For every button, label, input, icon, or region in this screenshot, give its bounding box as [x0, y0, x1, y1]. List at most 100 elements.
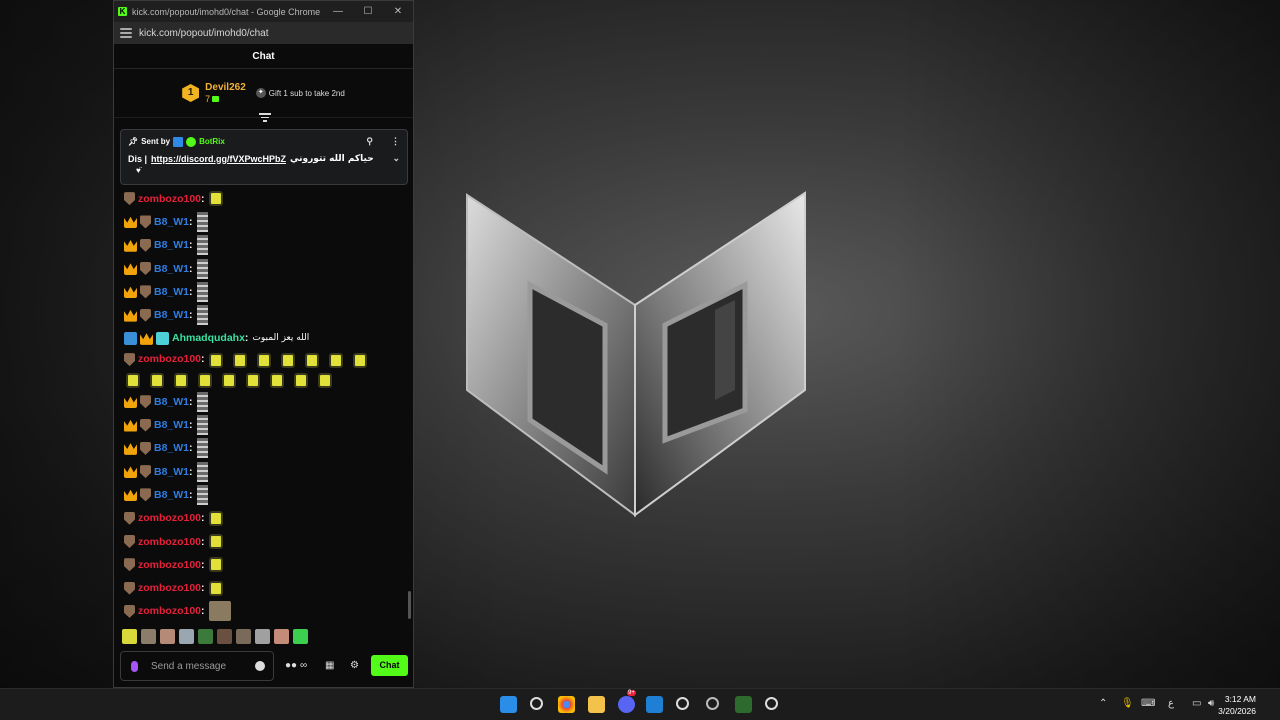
emote-slot[interactable] [198, 629, 213, 644]
emote[interactable] [270, 372, 284, 388]
chevron-down-icon[interactable]: ⌄ [392, 153, 400, 164]
emote[interactable] [304, 353, 319, 369]
emote-slot[interactable] [179, 629, 194, 644]
emote-slot[interactable] [141, 629, 156, 644]
emote[interactable] [196, 305, 208, 326]
emote[interactable] [198, 372, 212, 388]
emote[interactable] [196, 211, 208, 232]
emote[interactable] [208, 580, 223, 596]
emote[interactable] [280, 353, 295, 369]
chat-username[interactable]: B8_W1 [154, 216, 189, 228]
app-icon[interactable] [706, 697, 719, 710]
emote[interactable] [208, 557, 223, 573]
emote-slot[interactable] [160, 629, 175, 644]
system-clock[interactable]: 3:12 AM 3/20/2026 [1218, 693, 1256, 717]
emote[interactable] [256, 353, 271, 369]
microphone-tray-icon[interactable]: 🎙︎ [1121, 698, 1134, 709]
chat-username[interactable]: zombozo100 [138, 536, 201, 548]
emote[interactable] [208, 191, 223, 207]
emote[interactable] [174, 372, 188, 388]
emote[interactable] [328, 353, 343, 369]
emote-slot[interactable] [255, 629, 270, 644]
emote-slot[interactable] [217, 629, 232, 644]
obs-icon[interactable] [676, 697, 689, 710]
chat-username[interactable]: B8_W1 [154, 239, 189, 251]
emote[interactable] [196, 415, 208, 436]
chat-username[interactable]: B8_W1 [154, 489, 189, 501]
emote[interactable] [126, 372, 140, 388]
chat-username[interactable]: zombozo100 [138, 605, 201, 617]
settings-gear-icon[interactable]: ⚙ [350, 660, 359, 671]
store-icon[interactable]: ▦ [325, 660, 334, 671]
chat-username[interactable]: zombozo100 [138, 559, 201, 571]
emote[interactable] [196, 391, 208, 412]
address-bar[interactable]: kick.com/popout/imohd0/chat [114, 22, 413, 44]
emote[interactable] [294, 372, 308, 388]
emote[interactable] [196, 461, 208, 482]
emote[interactable] [318, 372, 332, 388]
keyboard-icon[interactable]: ⌨ [1141, 698, 1155, 709]
gift-leaderboard[interactable]: 1 Devil262 7 ✦ Gift 1 sub to take 2nd [114, 69, 413, 118]
emote[interactable] [196, 281, 208, 302]
chat-username[interactable]: B8_W1 [154, 309, 189, 321]
volume-icon[interactable]: 🔊︎ [1208, 698, 1214, 709]
minimize-button[interactable]: — [323, 6, 353, 17]
send-chat-button[interactable]: Chat [371, 655, 408, 676]
emote[interactable] [196, 438, 208, 459]
start-windows-icon[interactable] [500, 696, 517, 713]
collapse-filter-icon[interactable] [259, 113, 271, 122]
emote[interactable] [196, 235, 208, 256]
unpin-icon[interactable]: ⚲ [366, 136, 373, 147]
chat-username[interactable]: B8_W1 [154, 396, 189, 408]
gift-sub-prompt[interactable]: ✦ Gift 1 sub to take 2nd [255, 88, 345, 98]
emote[interactable] [196, 484, 208, 505]
emote[interactable] [150, 372, 164, 388]
leader-username[interactable]: Devil262 [205, 82, 246, 94]
emote[interactable] [232, 353, 247, 369]
chat-username[interactable]: zombozo100 [138, 582, 201, 594]
close-button[interactable]: ✕ [383, 6, 413, 17]
chat-username[interactable]: Ahmadqudahx [172, 332, 245, 344]
site-settings-icon[interactable] [120, 28, 132, 38]
emote-slot[interactable] [236, 629, 251, 644]
chrome-icon[interactable] [558, 696, 575, 713]
maximize-button[interactable]: ☐ [353, 6, 383, 17]
chat-username[interactable]: B8_W1 [154, 419, 189, 431]
language-indicator[interactable]: ع [1168, 698, 1174, 709]
emote[interactable] [352, 353, 367, 369]
microphone-icon[interactable] [131, 660, 138, 672]
kick-studio-icon[interactable] [735, 696, 752, 713]
discord-link[interactable]: https://discord.gg/fVXPwcHPbZ [151, 154, 286, 164]
message-input[interactable]: Send a message [120, 651, 274, 681]
steelseries-icon[interactable] [765, 697, 778, 710]
pinned-sender[interactable]: BotRix [199, 137, 225, 146]
emote[interactable] [222, 372, 236, 388]
vscode-icon[interactable] [646, 696, 663, 713]
emote[interactable] [208, 353, 223, 369]
chat-username[interactable]: B8_W1 [154, 442, 189, 454]
chat-username[interactable]: zombozo100 [138, 512, 201, 524]
emote-slot[interactable] [122, 629, 137, 644]
chat-username[interactable]: B8_W1 [154, 263, 189, 275]
chat-username[interactable]: zombozo100 [138, 193, 201, 205]
chat-username[interactable]: B8_W1 [154, 286, 189, 298]
emote-slot[interactable] [293, 629, 308, 644]
search-icon[interactable] [530, 697, 543, 710]
file-explorer-icon[interactable] [588, 696, 605, 713]
emote[interactable] [196, 258, 208, 279]
emote[interactable] [208, 601, 231, 622]
emote[interactable] [208, 510, 223, 526]
emote[interactable] [208, 534, 223, 549]
network-icon[interactable]: ▭ [1192, 698, 1201, 709]
discord-icon[interactable]: 9+ [618, 690, 636, 713]
more-options-icon[interactable]: ⋮ [391, 136, 400, 147]
emote[interactable] [246, 372, 260, 388]
bits-icon[interactable]: ●● [285, 660, 297, 671]
emoji-picker-icon[interactable] [255, 661, 265, 671]
infinity-icon[interactable]: ∞ [300, 660, 307, 671]
chat-username[interactable]: zombozo100 [138, 353, 201, 365]
emote-slot[interactable] [274, 629, 289, 644]
chat-username[interactable]: B8_W1 [154, 466, 189, 478]
chevron-up-icon[interactable]: ⌃ [1099, 698, 1107, 709]
chat-scrollbar[interactable] [408, 591, 411, 619]
